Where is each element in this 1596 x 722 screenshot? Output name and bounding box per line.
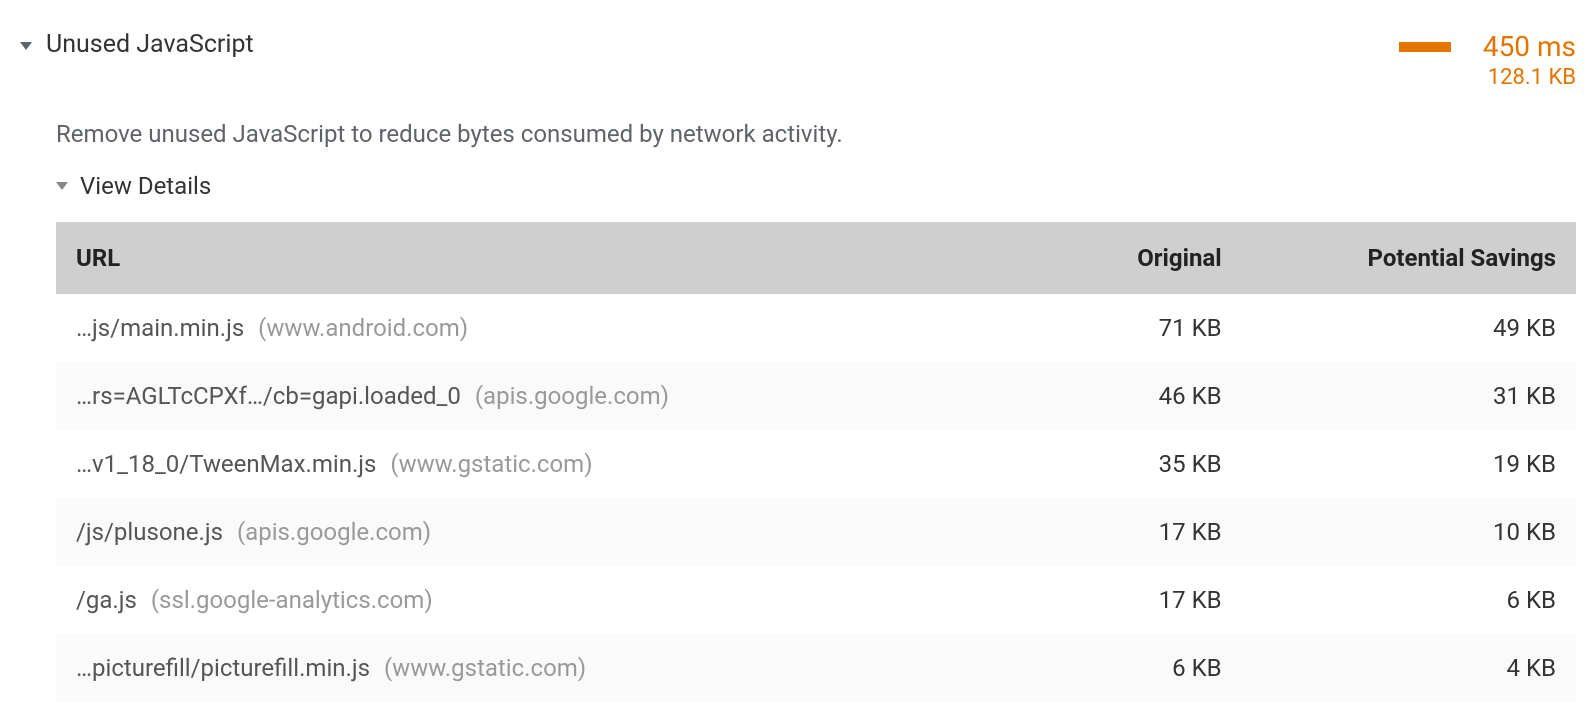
cell-original: 46 KB xyxy=(968,362,1242,430)
cell-url: …js/main.min.js (www.android.com) xyxy=(56,294,968,362)
url-path[interactable]: /js/plusone.js xyxy=(76,518,223,546)
audit-description: Remove unused JavaScript to reduce bytes… xyxy=(56,120,1576,148)
column-header-url[interactable]: URL xyxy=(56,222,968,294)
cell-url: …v1_18_0/TweenMax.min.js (www.gstatic.co… xyxy=(56,430,968,498)
url-path[interactable]: …rs=AGLTcCPXf…/cb=gapi.loaded_0 xyxy=(76,382,461,410)
url-path[interactable]: …v1_18_0/TweenMax.min.js xyxy=(76,450,376,478)
url-domain: (ssl.google-analytics.com) xyxy=(151,586,433,614)
url-domain: (apis.google.com) xyxy=(475,382,669,410)
metric-bar-icon xyxy=(1399,42,1451,52)
cell-url: …rs=AGLTcCPXf…/cb=gapi.loaded_0 (apis.go… xyxy=(56,362,968,430)
caret-down-icon xyxy=(56,182,68,190)
url-domain: (www.gstatic.com) xyxy=(390,450,592,478)
details-table: URL Original Potential Savings …js/main.… xyxy=(56,222,1576,702)
table-row: /js/plusone.js (apis.google.com) 17 KB 1… xyxy=(56,498,1576,566)
url-domain: (www.android.com) xyxy=(258,314,468,342)
cell-original: 71 KB xyxy=(968,294,1242,362)
audit-panel: Unused JavaScript 450 ms 128.1 KB Remove… xyxy=(20,20,1576,702)
audit-header-left: Unused JavaScript xyxy=(20,30,254,59)
cell-savings: 31 KB xyxy=(1242,362,1576,430)
table-row: …js/main.min.js (www.android.com) 71 KB … xyxy=(56,294,1576,362)
audit-header-right: 450 ms 128.1 KB xyxy=(1399,30,1576,90)
column-header-original[interactable]: Original xyxy=(968,222,1242,294)
cell-url: /ga.js (ssl.google-analytics.com) xyxy=(56,566,968,634)
cell-url: /js/plusone.js (apis.google.com) xyxy=(56,498,968,566)
table-row: …rs=AGLTcCPXf…/cb=gapi.loaded_0 (apis.go… xyxy=(56,362,1576,430)
url-path[interactable]: /ga.js xyxy=(76,586,137,614)
view-details-label: View Details xyxy=(80,172,211,200)
cell-original: 17 KB xyxy=(968,566,1242,634)
column-header-savings[interactable]: Potential Savings xyxy=(1242,222,1576,294)
url-path[interactable]: …js/main.min.js xyxy=(76,314,244,342)
cell-savings: 19 KB xyxy=(1242,430,1576,498)
url-domain: (www.gstatic.com) xyxy=(384,654,586,682)
cell-original: 35 KB xyxy=(968,430,1242,498)
cell-original: 17 KB xyxy=(968,498,1242,566)
audit-header[interactable]: Unused JavaScript 450 ms 128.1 KB xyxy=(20,20,1576,102)
table-header-row: URL Original Potential Savings xyxy=(56,222,1576,294)
metric-time: 450 ms xyxy=(1483,30,1576,63)
cell-savings: 6 KB xyxy=(1242,566,1576,634)
metric-size: 128.1 KB xyxy=(1488,65,1576,90)
caret-down-icon xyxy=(20,42,32,50)
url-domain: (apis.google.com) xyxy=(237,518,431,546)
cell-savings: 49 KB xyxy=(1242,294,1576,362)
audit-title: Unused JavaScript xyxy=(46,30,254,59)
table-row: …v1_18_0/TweenMax.min.js (www.gstatic.co… xyxy=(56,430,1576,498)
url-path[interactable]: …picturefill/picturefill.min.js xyxy=(76,654,370,682)
audit-body: Remove unused JavaScript to reduce bytes… xyxy=(20,120,1576,702)
view-details-toggle[interactable]: View Details xyxy=(56,172,1576,200)
metric-line: 450 ms xyxy=(1399,30,1576,63)
table-row: /ga.js (ssl.google-analytics.com) 17 KB … xyxy=(56,566,1576,634)
cell-savings: 10 KB xyxy=(1242,498,1576,566)
